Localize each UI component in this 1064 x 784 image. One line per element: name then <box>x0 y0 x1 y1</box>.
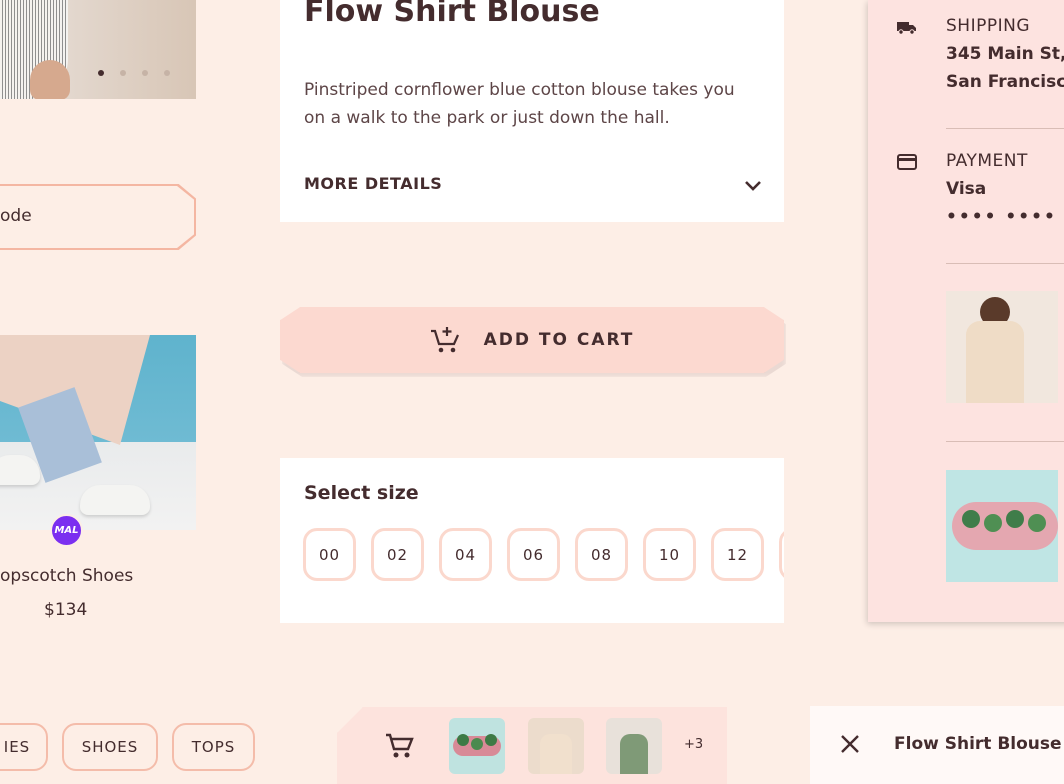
size-option[interactable] <box>779 528 784 581</box>
product-image-shoes[interactable] <box>0 335 196 530</box>
carousel-dot[interactable] <box>142 70 148 76</box>
divider <box>946 263 1064 264</box>
cart-thumbnail-dress[interactable] <box>606 718 662 774</box>
hero-product-image[interactable] <box>0 0 196 99</box>
credit-card-icon <box>897 154 917 170</box>
size-option[interactable]: 02 <box>371 528 424 581</box>
size-options: 00 02 04 06 08 10 12 <box>303 528 784 581</box>
size-selector-title: Select size <box>304 482 419 504</box>
size-option[interactable]: 10 <box>643 528 696 581</box>
cart-thumbnail-blouse[interactable] <box>528 718 584 774</box>
size-option[interactable]: 08 <box>575 528 628 581</box>
carousel-indicator <box>98 70 170 76</box>
code-input-text[interactable]: ode <box>0 206 32 226</box>
close-icon[interactable] <box>840 734 860 754</box>
shipping-truck-icon <box>897 22 916 35</box>
cart-thumbnail-succulents[interactable] <box>449 718 505 774</box>
product-name[interactable]: opscotch Shoes <box>0 566 133 586</box>
shipping-label: SHIPPING <box>946 16 1030 36</box>
carousel-dot[interactable] <box>98 70 104 76</box>
product-description: Pinstriped cornflower blue cotton blouse… <box>304 80 735 128</box>
shopping-cart-icon[interactable] <box>385 732 415 760</box>
shipping-address-line2: San Francisc <box>946 72 1064 92</box>
add-to-cart-button[interactable]: ADD TO CART <box>280 307 784 373</box>
divider <box>946 128 1064 129</box>
size-options-viewport: 00 02 04 06 08 10 12 <box>280 520 784 590</box>
product-price: $134 <box>44 600 88 620</box>
payment-method: Visa <box>946 179 987 199</box>
product-title: Flow Shirt Blouse <box>304 0 600 29</box>
category-chip-tops[interactable]: TOPS <box>172 723 255 771</box>
size-option[interactable]: 12 <box>711 528 764 581</box>
cart-extra-count[interactable]: +3 <box>684 737 703 752</box>
category-chip-shoes[interactable]: SHOES <box>62 723 158 771</box>
carousel-dot[interactable] <box>164 70 170 76</box>
carousel-dot[interactable] <box>120 70 126 76</box>
size-option[interactable]: 06 <box>507 528 560 581</box>
brand-badge: MAL <box>50 514 83 547</box>
shipping-address-line1: 345 Main St, <box>946 44 1064 64</box>
size-option[interactable]: 04 <box>439 528 492 581</box>
size-option[interactable]: 00 <box>303 528 356 581</box>
bottom-sheet-title: Flow Shirt Blouse <box>894 734 1062 754</box>
payment-label: PAYMENT <box>946 151 1028 171</box>
chevron-down-icon[interactable] <box>742 176 764 196</box>
add-to-cart-label: ADD TO CART <box>483 330 635 350</box>
order-item-image-blouse[interactable] <box>946 291 1058 403</box>
divider <box>946 441 1064 442</box>
more-details-toggle[interactable]: MORE DETAILS <box>304 174 442 193</box>
category-chip-accessories[interactable]: IES <box>0 723 48 771</box>
order-item-image-succulents[interactable] <box>946 470 1058 582</box>
add-shopping-cart-icon <box>430 327 459 353</box>
card-number: •••• •••• 12 <box>946 207 1064 227</box>
